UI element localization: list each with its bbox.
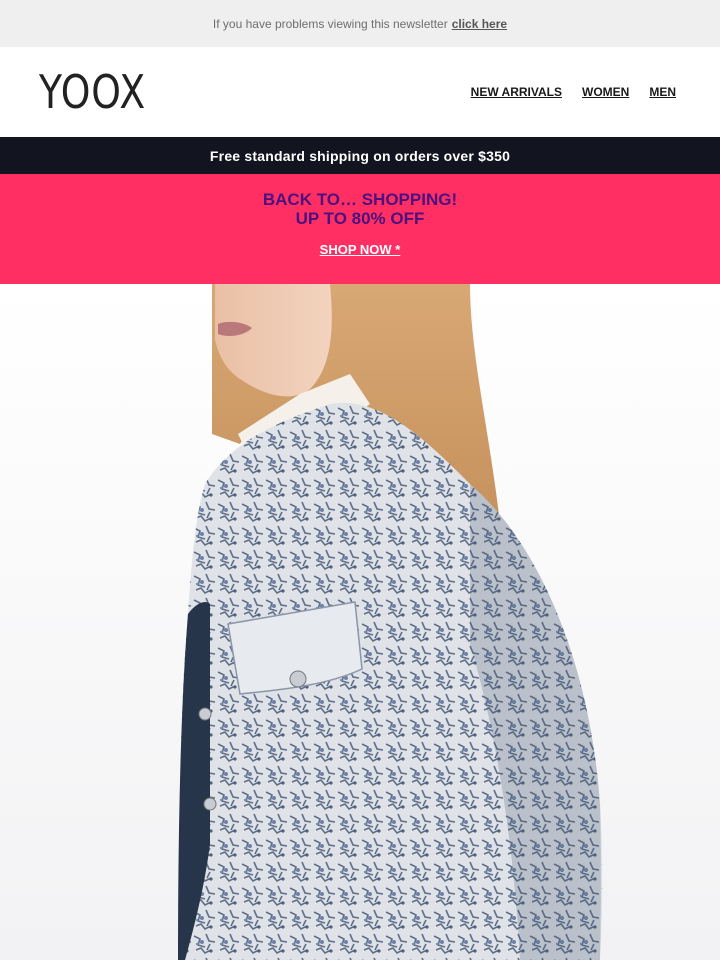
- shipping-text: Free standard shipping on orders over $3…: [209, 147, 511, 164]
- main-nav: NEW ARRIVALS WOMEN MEN: [471, 85, 676, 99]
- hero-image[interactable]: [0, 284, 720, 960]
- shipping-banner: Free standard shipping on orders over $3…: [0, 137, 720, 174]
- nav-new-arrivals[interactable]: NEW ARRIVALS: [471, 85, 562, 99]
- promo-headline: BACK TO… SHOPPING!: [262, 190, 458, 209]
- promo-banner[interactable]: BACK TO… SHOPPING! UP TO 80% OFF SHOP NO…: [0, 174, 720, 284]
- nav-men[interactable]: MEN: [649, 85, 676, 99]
- model-in-denim-jacket-image: [178, 284, 603, 960]
- click-here-link[interactable]: click here: [452, 17, 507, 31]
- preheader-bar: If you have problems viewing this newsle…: [0, 0, 720, 47]
- header: YOOX NEW ARRIVALS WOMEN MEN: [0, 47, 720, 137]
- nav-women[interactable]: WOMEN: [582, 85, 629, 99]
- promo-discount: UP TO 80% OFF: [295, 209, 425, 228]
- shop-now-link[interactable]: SHOP NOW *: [320, 242, 401, 257]
- yoox-logo[interactable]: YOOX: [39, 69, 146, 115]
- preheader-text: If you have problems viewing this newsle…: [212, 16, 448, 31]
